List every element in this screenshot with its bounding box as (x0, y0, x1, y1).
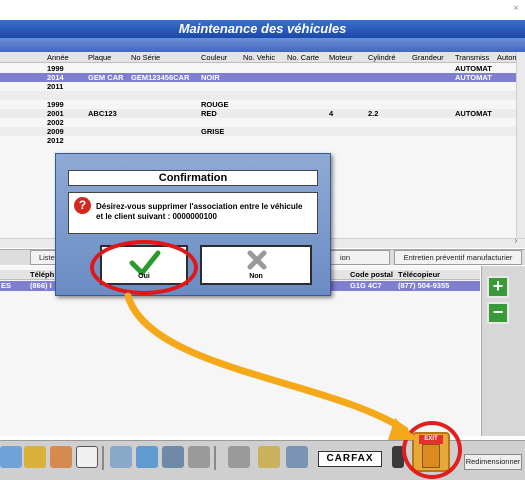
annotation-arrow (124, 292, 418, 440)
